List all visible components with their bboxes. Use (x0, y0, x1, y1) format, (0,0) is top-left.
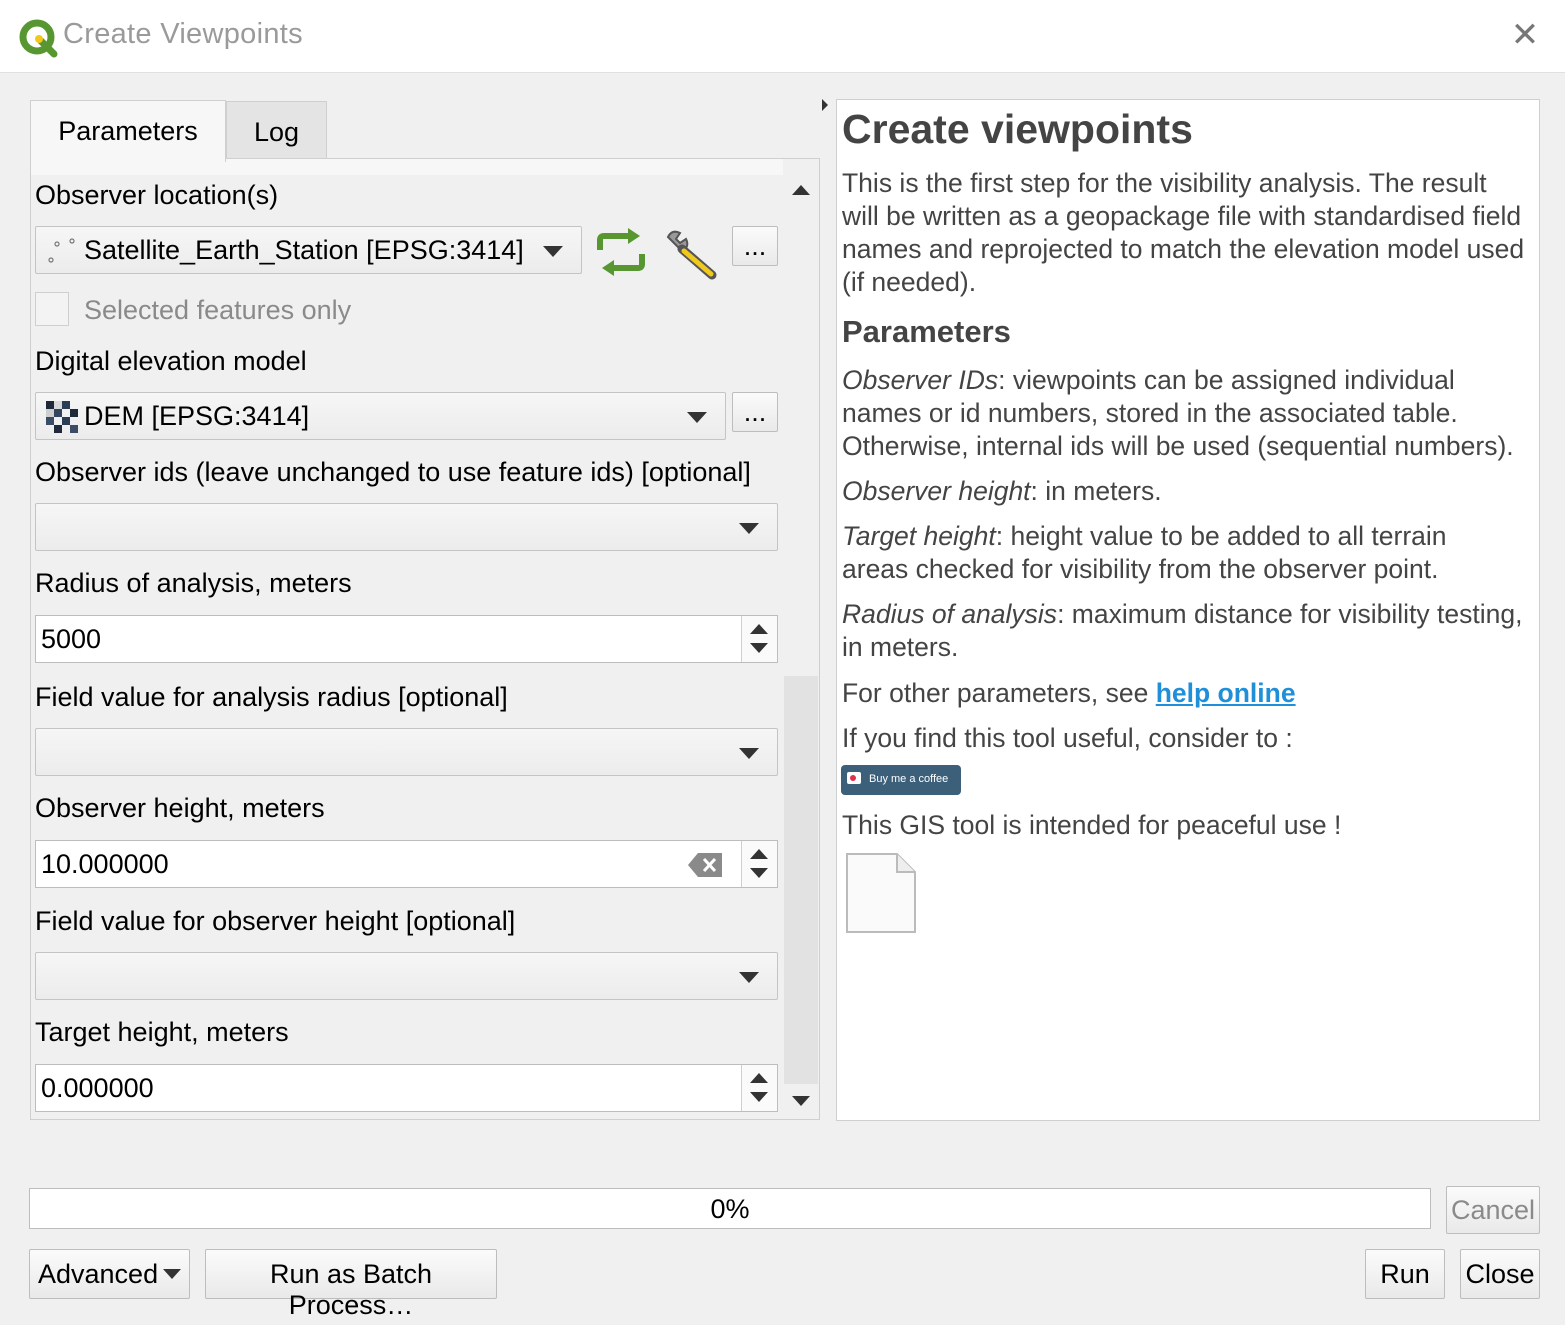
advanced-button[interactable]: Advanced (29, 1249, 190, 1299)
radius-field-combo[interactable] (35, 728, 778, 776)
arrow-down-icon[interactable] (750, 1092, 768, 1102)
chevron-down-icon (543, 246, 563, 257)
scroll-up-icon[interactable] (792, 185, 810, 195)
cancel-button[interactable]: Cancel (1446, 1186, 1540, 1234)
observer-location-value: Satellite_Earth_Station [EPSG:3414] (84, 235, 524, 265)
observer-ids-label: Observer ids (leave unchanged to use fea… (35, 457, 751, 487)
radius-spinbox[interactable]: 5000 (35, 615, 778, 663)
arrow-up-icon[interactable] (750, 624, 768, 634)
observer-height-value: 10.000000 (41, 849, 169, 879)
observer-height-spinbox[interactable]: 10.000000 (35, 840, 778, 888)
progress-text: 0% (710, 1194, 750, 1224)
help-online-link[interactable]: help online (1156, 678, 1296, 708)
observer-height-field-combo[interactable] (35, 952, 778, 1000)
observer-location-more-button[interactable]: ... (732, 226, 778, 266)
tab-parameters[interactable]: Parameters (30, 100, 226, 162)
target-height-value: 0.000000 (41, 1073, 154, 1103)
observer-location-combo[interactable]: Satellite_Earth_Station [EPSG:3414] (35, 226, 582, 274)
chevron-down-icon (739, 972, 759, 983)
dem-combo[interactable]: DEM [EPSG:3414] (35, 392, 726, 440)
help-params-heading: Parameters (842, 314, 1011, 349)
clear-icon[interactable] (688, 853, 722, 877)
buy-me-a-coffee-button[interactable]: Buy me a coffee (841, 765, 961, 795)
chevron-down-icon (687, 412, 707, 423)
run-button[interactable]: Run (1365, 1249, 1445, 1299)
target-height-stepper[interactable] (741, 1065, 777, 1111)
qgis-logo-icon (19, 19, 58, 58)
dem-label: Digital elevation model (35, 346, 307, 376)
observer-height-stepper[interactable] (741, 841, 777, 887)
point-layer-icon (48, 238, 75, 263)
arrow-up-icon[interactable] (750, 1073, 768, 1083)
dem-value: DEM [EPSG:3414] (84, 401, 310, 431)
chevron-down-icon (739, 748, 759, 759)
radius-value: 5000 (41, 624, 102, 654)
help-panel: Create viewpoints This is the first step… (836, 99, 1540, 1121)
observer-height-label: Observer height, meters (35, 793, 325, 823)
tab-log[interactable]: Log (226, 101, 327, 161)
collapse-help-icon[interactable] (822, 99, 828, 111)
target-height-label: Target height, meters (35, 1017, 289, 1047)
selected-only-label: Selected features only (84, 295, 352, 325)
close-icon[interactable]: ✕ (1508, 18, 1542, 52)
radius-stepper[interactable] (741, 616, 777, 662)
run-as-batch-button[interactable]: Run as Batch Process… (205, 1249, 497, 1320)
close-button[interactable]: Close (1460, 1249, 1540, 1299)
observer-location-label: Observer location(s) (35, 180, 279, 210)
window-title: Create Viewpoints (63, 18, 303, 50)
radius-field-label: Field value for analysis radius [optiona… (35, 682, 508, 712)
arrow-up-icon[interactable] (750, 849, 768, 859)
scrollbar-thumb[interactable] (784, 676, 818, 1084)
progress-bar: 0% (29, 1188, 1431, 1229)
arrow-down-icon[interactable] (750, 868, 768, 878)
wrench-icon[interactable] (664, 229, 722, 283)
chevron-down-icon (739, 523, 759, 534)
observer-height-field-label: Field value for observer height [optiona… (35, 906, 516, 936)
help-title: Create viewpoints (842, 106, 1193, 152)
arrow-down-icon[interactable] (750, 643, 768, 653)
broken-image-icon (846, 853, 916, 933)
raster-layer-icon (46, 401, 78, 433)
observer-ids-combo[interactable] (35, 503, 778, 551)
iterate-icon[interactable] (594, 228, 648, 276)
dem-more-button[interactable]: ... (732, 392, 778, 432)
target-height-spinbox[interactable]: 0.000000 (35, 1064, 778, 1112)
scroll-down-icon[interactable] (792, 1096, 810, 1106)
radius-label: Radius of analysis, meters (35, 568, 352, 598)
title-bar: Create Viewpoints ✕ (0, 0, 1565, 73)
selected-only-checkbox[interactable] (35, 292, 69, 326)
chevron-down-icon (163, 1269, 181, 1279)
